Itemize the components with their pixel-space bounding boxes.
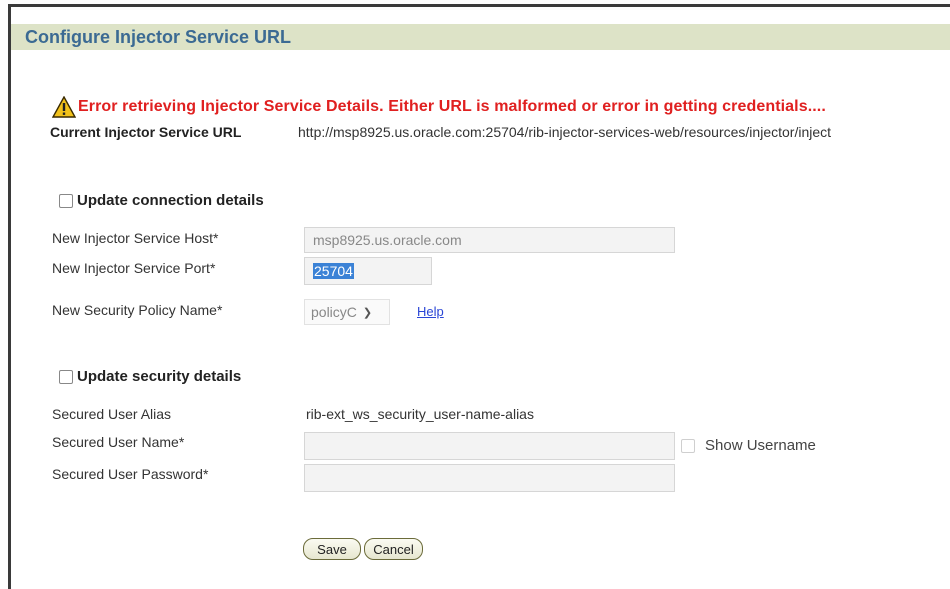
username-label: Secured User Name* [52,434,185,450]
update-connection-section: Update connection details [59,192,264,209]
current-url-label: Current Injector Service URL [50,124,242,140]
host-input[interactable] [304,227,675,253]
current-url-value: http://msp8925.us.oracle.com:25704/rib-i… [298,124,832,140]
policy-select[interactable]: policyC ❯ [304,299,390,325]
page-title: Configure Injector Service URL [25,26,292,47]
window-left-border [8,4,11,589]
window-top-border [8,4,950,7]
password-label: Secured User Password* [52,466,209,482]
alias-value: rib-ext_ws_security_user-name-alias [306,406,534,422]
policy-value: policyC [311,304,357,320]
port-label: New Injector Service Port* [52,260,216,276]
update-security-checkbox[interactable] [59,369,73,384]
error-message: Error retrieving Injector Service Detail… [52,96,826,118]
policy-label: New Security Policy Name* [52,302,223,318]
cancel-button[interactable]: Cancel [364,538,423,560]
save-button[interactable]: Save [303,538,361,560]
port-value: 25704 [313,263,354,279]
show-username-label: Show Username [705,437,816,454]
update-connection-checkbox[interactable] [59,193,73,208]
help-link[interactable]: Help [417,304,444,319]
port-input[interactable]: 25704 [304,257,432,285]
update-connection-label: Update connection details [77,192,264,209]
password-input[interactable] [304,464,675,492]
chevron-down-icon: ❯ [362,306,373,319]
host-label: New Injector Service Host* [52,230,219,246]
warning-icon [52,96,76,118]
show-username-checkbox[interactable] [681,438,695,453]
alias-label: Secured User Alias [52,406,172,422]
title-bar: Configure Injector Service URL [11,24,950,50]
current-url-row: Current Injector Service URL http://msp8… [50,124,831,140]
update-security-section: Update security details [59,368,241,385]
username-input[interactable] [304,432,675,460]
error-text: Error retrieving Injector Service Detail… [78,98,826,115]
update-security-label: Update security details [77,368,242,385]
show-username-toggle: Show Username [681,437,816,454]
